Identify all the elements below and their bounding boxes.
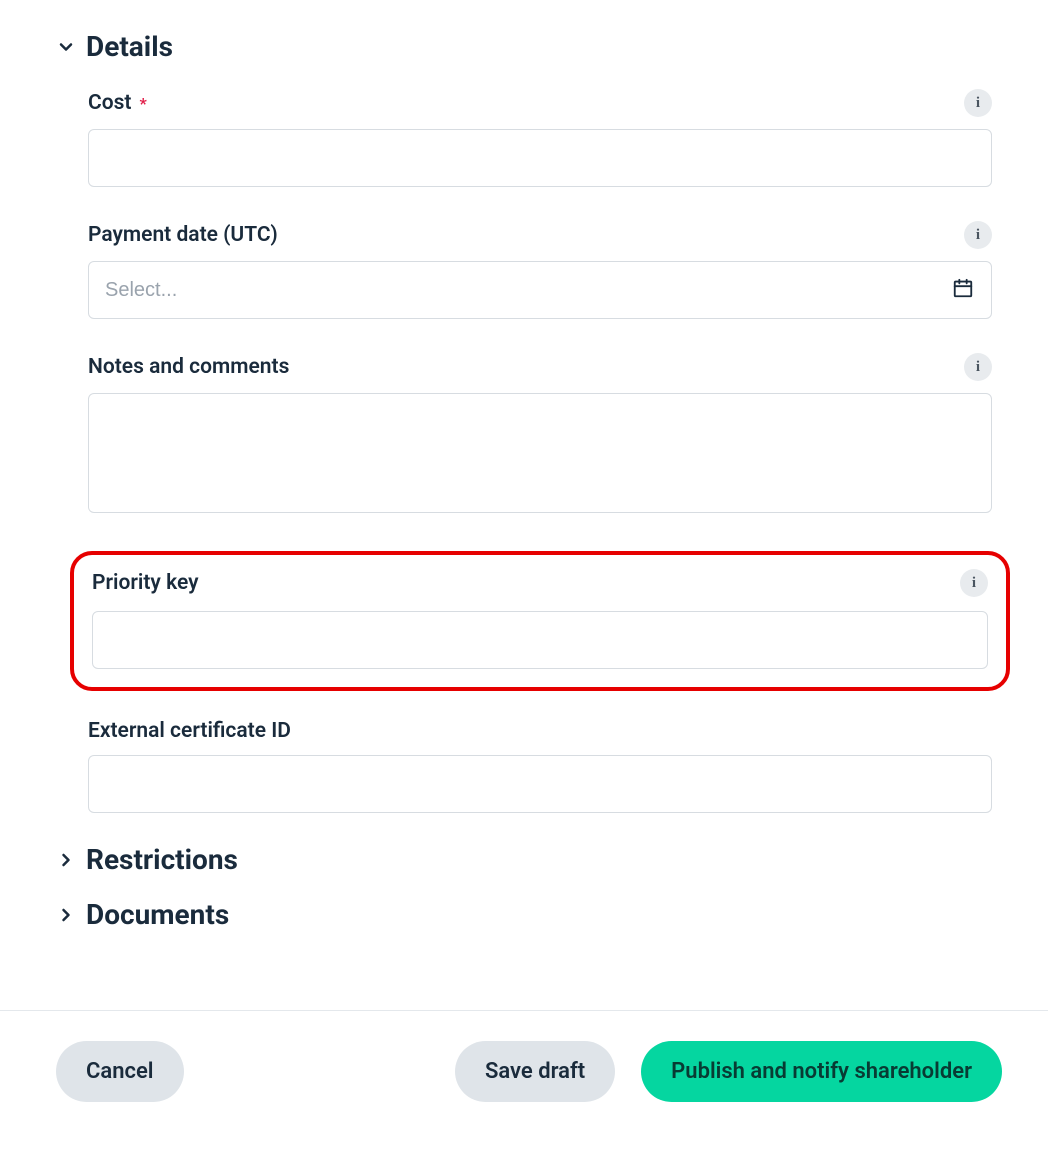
cancel-button[interactable]: Cancel — [56, 1041, 184, 1102]
payment-date-input[interactable] — [88, 261, 992, 319]
cost-input[interactable] — [88, 129, 992, 187]
footer: Cancel Save draft Publish and notify sha… — [0, 1010, 1048, 1102]
label-external-cert: External certificate ID — [88, 719, 291, 743]
label-priority-key: Priority key — [92, 571, 199, 595]
external-cert-input[interactable] — [88, 755, 992, 813]
priority-key-highlight: Priority key i — [70, 551, 1010, 691]
chevron-right-icon — [56, 905, 76, 925]
field-notes: Notes and comments i — [88, 353, 992, 517]
field-priority-key: Priority key i — [88, 569, 992, 669]
field-external-cert: External certificate ID — [88, 719, 992, 813]
field-cost: Cost * i — [88, 89, 992, 187]
chevron-down-icon — [56, 37, 76, 57]
section-header-restrictions[interactable]: Restrictions — [56, 843, 992, 876]
publish-button[interactable]: Publish and notify shareholder — [641, 1041, 1002, 1102]
save-draft-button[interactable]: Save draft — [455, 1041, 615, 1102]
section-title-restrictions: Restrictions — [86, 843, 238, 876]
label-payment-date: Payment date (UTC) — [88, 223, 278, 247]
required-marker: * — [139, 94, 146, 113]
section-header-documents[interactable]: Documents — [56, 898, 992, 931]
chevron-right-icon — [56, 850, 76, 870]
section-title-documents: Documents — [86, 898, 229, 931]
label-cost: Cost — [88, 91, 131, 115]
field-payment-date: Payment date (UTC) i — [88, 221, 992, 319]
notes-textarea[interactable] — [88, 393, 992, 513]
label-notes: Notes and comments — [88, 355, 289, 379]
info-icon[interactable]: i — [964, 89, 992, 117]
info-icon[interactable]: i — [960, 569, 988, 597]
info-icon[interactable]: i — [964, 353, 992, 381]
priority-key-input[interactable] — [92, 611, 988, 669]
section-title-details: Details — [86, 30, 173, 63]
info-icon[interactable]: i — [964, 221, 992, 249]
section-header-details[interactable]: Details — [56, 30, 992, 63]
